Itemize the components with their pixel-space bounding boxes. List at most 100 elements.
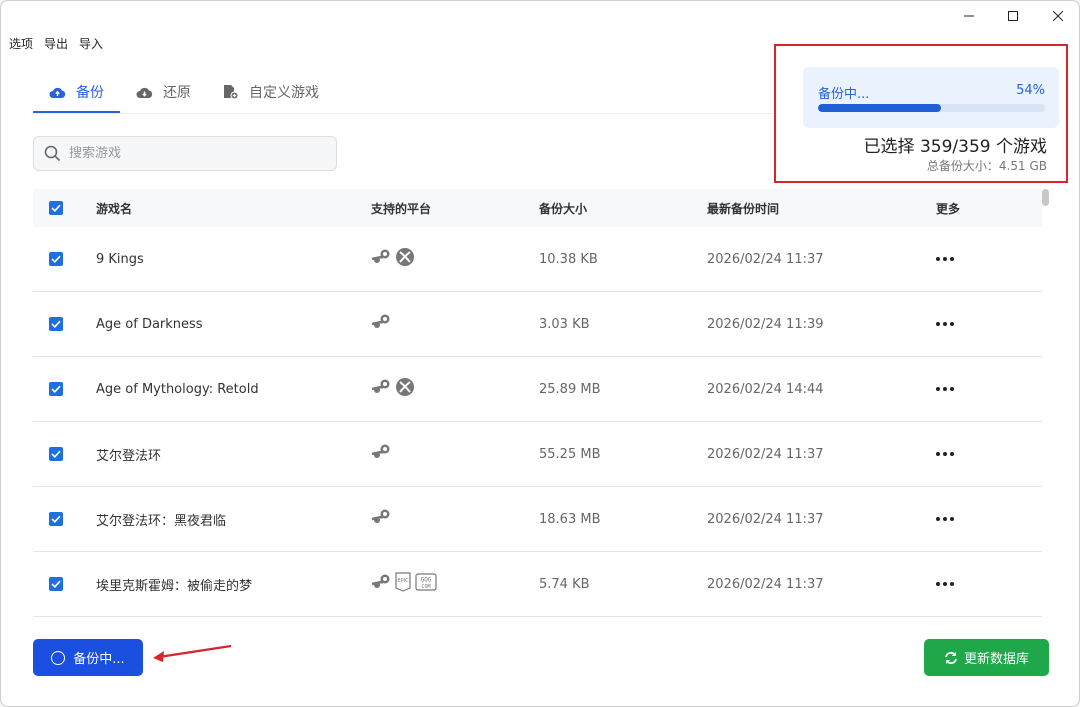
xbox-icon: [395, 247, 415, 271]
backup-time: 2026/02/24 11:39: [707, 316, 824, 332]
row-checkbox[interactable]: [49, 577, 63, 591]
more-dot-icon: [936, 257, 940, 261]
minimize-button[interactable]: [946, 1, 992, 31]
check-icon: [51, 515, 61, 523]
table-row[interactable]: 9 Kings 10.38 KB 2026/02/24 11:37: [33, 227, 1042, 292]
xbox-icon: [395, 377, 415, 401]
backup-time: 2026/02/24 14:44: [707, 381, 824, 397]
select-all-checkbox[interactable]: [49, 201, 63, 215]
check-icon: [51, 320, 61, 328]
minimize-icon: [964, 15, 974, 17]
game-name: Age of Darkness: [96, 316, 203, 332]
header-more: 更多: [936, 201, 961, 216]
game-name: 9 Kings: [96, 251, 144, 267]
update-database-button[interactable]: 更新数据库: [924, 639, 1049, 676]
search-input[interactable]: [69, 146, 309, 161]
more-dot-icon: [950, 257, 954, 261]
search-box: [33, 136, 337, 171]
check-icon: [51, 385, 61, 393]
steam-icon: [371, 443, 391, 465]
tab-restore[interactable]: 还原: [120, 71, 207, 113]
table-scrollbar[interactable]: [1042, 189, 1049, 206]
gog-icon: GOG COM: [415, 573, 437, 595]
tab-bar: 备份 还原 自定义游戏: [33, 71, 335, 113]
menu-item-import[interactable]: 导入: [79, 35, 103, 52]
table-row[interactable]: 埃里克斯霍姆：被偷走的梦 EPIC GOG COM 5.74 KB 2026/02/24 …: [33, 552, 1042, 617]
backup-time: 2026/02/24 11:37: [707, 251, 824, 267]
menu-item-options[interactable]: 选项: [9, 35, 33, 52]
row-checkbox[interactable]: [49, 317, 63, 331]
games-table: 游戏名 支持的平台 备份大小 最新备份时间 更多 9 Kings 10.38 KB…: [33, 189, 1042, 621]
progress-card: 备份中... 54%: [803, 67, 1059, 128]
check-icon: [51, 450, 61, 458]
backup-size: 3.03 KB: [539, 316, 590, 332]
maximize-icon: [1008, 11, 1018, 21]
more-options-button[interactable]: [936, 322, 954, 326]
svg-text:COM: COM: [421, 584, 430, 590]
more-dot-icon: [936, 387, 940, 391]
cloud-download-icon: [136, 87, 153, 98]
game-name: 艾尔登法环：黑夜君临: [96, 513, 227, 529]
backup-size: 5.74 KB: [539, 576, 590, 592]
more-options-button[interactable]: [936, 387, 954, 391]
tab-custom-games[interactable]: 自定义游戏: [207, 71, 335, 113]
tab-label: 备份: [76, 85, 104, 101]
platform-icons: EPIC GOG COM: [371, 572, 437, 596]
steam-icon: [371, 378, 391, 400]
backup-size: 55.25 MB: [539, 446, 601, 462]
row-checkbox[interactable]: [49, 252, 63, 266]
more-dot-icon: [943, 452, 947, 456]
backup-size: 25.89 MB: [539, 381, 601, 397]
platform-icons: [371, 313, 391, 335]
platform-icons: [371, 247, 415, 271]
close-button[interactable]: [1035, 1, 1079, 31]
more-dot-icon: [936, 582, 940, 586]
table-row[interactable]: 艾尔登法环：黑夜君临 18.63 MB 2026/02/24 11:37: [33, 487, 1042, 552]
refresh-icon: [945, 651, 957, 664]
steam-icon: [371, 248, 391, 270]
table-row[interactable]: 艾尔登法环 55.25 MB 2026/02/24 11:37: [33, 422, 1042, 487]
game-name: Age of Mythology: Retold: [96, 381, 259, 397]
more-dot-icon: [943, 517, 947, 521]
table-row[interactable]: Age of Darkness 3.03 KB 2026/02/24 11:39: [33, 292, 1042, 357]
more-dot-icon: [936, 322, 940, 326]
more-options-button[interactable]: [936, 452, 954, 456]
more-options-button[interactable]: [936, 517, 954, 521]
total-backup-size: 总备份大小：4.51 GB: [926, 159, 1047, 173]
row-checkbox[interactable]: [49, 512, 63, 526]
tab-label: 自定义游戏: [249, 85, 319, 101]
more-dot-icon: [950, 582, 954, 586]
header-time: 最新备份时间: [707, 201, 780, 216]
tab-backup[interactable]: 备份: [33, 71, 120, 113]
close-icon: [1053, 11, 1063, 21]
more-dot-icon: [950, 517, 954, 521]
more-dot-icon: [950, 452, 954, 456]
steam-icon: [371, 573, 391, 595]
backup-time: 2026/02/24 11:37: [707, 576, 824, 592]
more-options-button[interactable]: [936, 582, 954, 586]
tab-label: 还原: [163, 85, 191, 101]
table-header: 游戏名 支持的平台 备份大小 最新备份时间 更多: [33, 189, 1042, 227]
maximize-button[interactable]: [990, 1, 1036, 31]
row-checkbox[interactable]: [49, 447, 63, 461]
search-icon: [44, 145, 61, 162]
progress-label: 备份中...: [818, 87, 870, 102]
check-icon: [51, 580, 61, 588]
backup-button[interactable]: 备份中...: [33, 639, 143, 676]
row-checkbox[interactable]: [49, 382, 63, 396]
loading-spinner-icon: [51, 650, 66, 665]
table-row[interactable]: Age of Mythology: Retold 25.89 MB 2026/02/…: [33, 357, 1042, 422]
steam-icon: [371, 508, 391, 530]
more-dot-icon: [943, 322, 947, 326]
backup-time: 2026/02/24 11:37: [707, 446, 824, 462]
check-icon: [51, 204, 61, 212]
menu-item-export[interactable]: 导出: [44, 35, 68, 52]
backup-size: 10.38 KB: [539, 251, 598, 267]
backup-size: 18.63 MB: [539, 511, 601, 527]
app-window: 选项 导出 导入 备份 还原 自定义游戏 备份中... 54% 已选择 359/…: [0, 0, 1080, 707]
header-name: 游戏名: [96, 201, 133, 216]
update-database-label: 更新数据库: [963, 652, 1029, 667]
more-options-button[interactable]: [936, 257, 954, 261]
progress-percent: 54%: [1016, 83, 1045, 98]
steam-icon: [371, 313, 391, 335]
